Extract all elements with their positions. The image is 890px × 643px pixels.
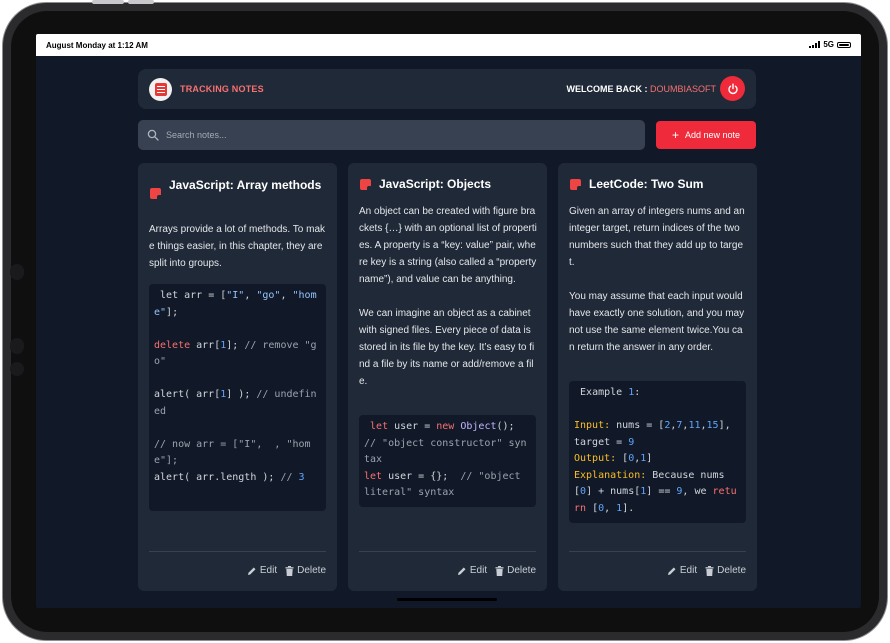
welcome-label: WELCOME BACK : xyxy=(566,84,650,94)
sticky-note-icon xyxy=(570,179,581,190)
sticky-note-icon xyxy=(150,188,161,199)
screen: August Monday at 1:12 AM 5G TRACKING NOT… xyxy=(36,34,861,608)
edit-label: Edit xyxy=(469,565,488,576)
note-card: JavaScript: Objects An object can be cre… xyxy=(348,163,547,591)
pencil-icon xyxy=(247,567,256,575)
edit-label: Edit xyxy=(679,565,698,576)
app-title: TRACKING NOTES xyxy=(180,84,264,94)
search-icon xyxy=(147,129,159,141)
note-body: An object can be created with figure bra… xyxy=(359,206,537,387)
battery-icon xyxy=(837,41,851,48)
volume-button xyxy=(128,0,154,4)
sticky-note-icon xyxy=(360,179,371,190)
add-note-label: Add new note xyxy=(684,130,741,140)
note-title: JavaScript: Array methods xyxy=(169,178,322,192)
note-actions: Edit Delete xyxy=(457,565,536,576)
edit-label: Edit xyxy=(259,565,278,576)
card-divider xyxy=(149,551,326,552)
trash-icon xyxy=(705,565,714,576)
pencil-icon xyxy=(457,567,466,575)
app-header: TRACKING NOTES WELCOME BACK : DOUMBIASOF… xyxy=(138,69,756,109)
plus-icon: + xyxy=(671,128,679,142)
welcome-text: WELCOME BACK : DOUMBIASOFT xyxy=(566,84,716,94)
side-sensor xyxy=(10,362,24,376)
note-body: Given an array of integers nums and an i… xyxy=(569,206,745,353)
edit-button[interactable]: Edit xyxy=(667,565,697,576)
camera-lens xyxy=(10,264,24,280)
trash-icon xyxy=(285,565,294,576)
edit-button[interactable]: Edit xyxy=(457,565,487,576)
note-actions: Edit Delete xyxy=(667,565,746,576)
delete-button[interactable]: Delete xyxy=(705,565,746,576)
code-block: let arr = ["I", "go", "home"]; delete ar… xyxy=(149,284,326,511)
edit-button[interactable]: Edit xyxy=(247,565,277,576)
search-input[interactable] xyxy=(166,120,626,150)
code-block: let user = new Object(); // "object cons… xyxy=(359,415,536,507)
delete-button[interactable]: Delete xyxy=(285,565,326,576)
home-indicator xyxy=(397,598,497,601)
status-bar: August Monday at 1:12 AM 5G xyxy=(36,34,861,56)
add-note-button[interactable]: + Add new note xyxy=(656,121,756,149)
status-indicators: 5G xyxy=(809,40,851,49)
delete-button[interactable]: Delete xyxy=(495,565,536,576)
delete-label: Delete xyxy=(297,565,326,576)
delete-label: Delete xyxy=(717,565,746,576)
card-divider xyxy=(569,551,746,552)
note-actions: Edit Delete xyxy=(247,565,326,576)
notes-logo-icon xyxy=(149,78,172,101)
status-time: August Monday at 1:12 AM xyxy=(46,41,148,50)
username: DOUMBIASOFT xyxy=(649,84,716,94)
pencil-icon xyxy=(667,567,676,575)
card-divider xyxy=(359,551,536,552)
logout-button[interactable] xyxy=(720,76,745,101)
power-icon xyxy=(727,83,738,94)
note-card: JavaScript: Array methods Arrays provide… xyxy=(138,163,337,591)
note-card: LeetCode: Two Sum Given an array of inte… xyxy=(558,163,757,591)
volume-button xyxy=(92,0,124,4)
search-bar xyxy=(138,120,645,150)
signal-icon xyxy=(809,41,821,48)
code-block: Example 1: Input: nums = [2,7,11,15], ta… xyxy=(569,381,746,523)
note-title: LeetCode: Two Sum xyxy=(589,177,704,191)
note-body: Arrays provide a lot of methods. To make… xyxy=(149,224,326,269)
trash-icon xyxy=(495,565,504,576)
note-title: JavaScript: Objects xyxy=(379,177,492,191)
delete-label: Delete xyxy=(507,565,536,576)
network-label: 5G xyxy=(823,40,834,49)
side-sensor xyxy=(10,338,24,354)
